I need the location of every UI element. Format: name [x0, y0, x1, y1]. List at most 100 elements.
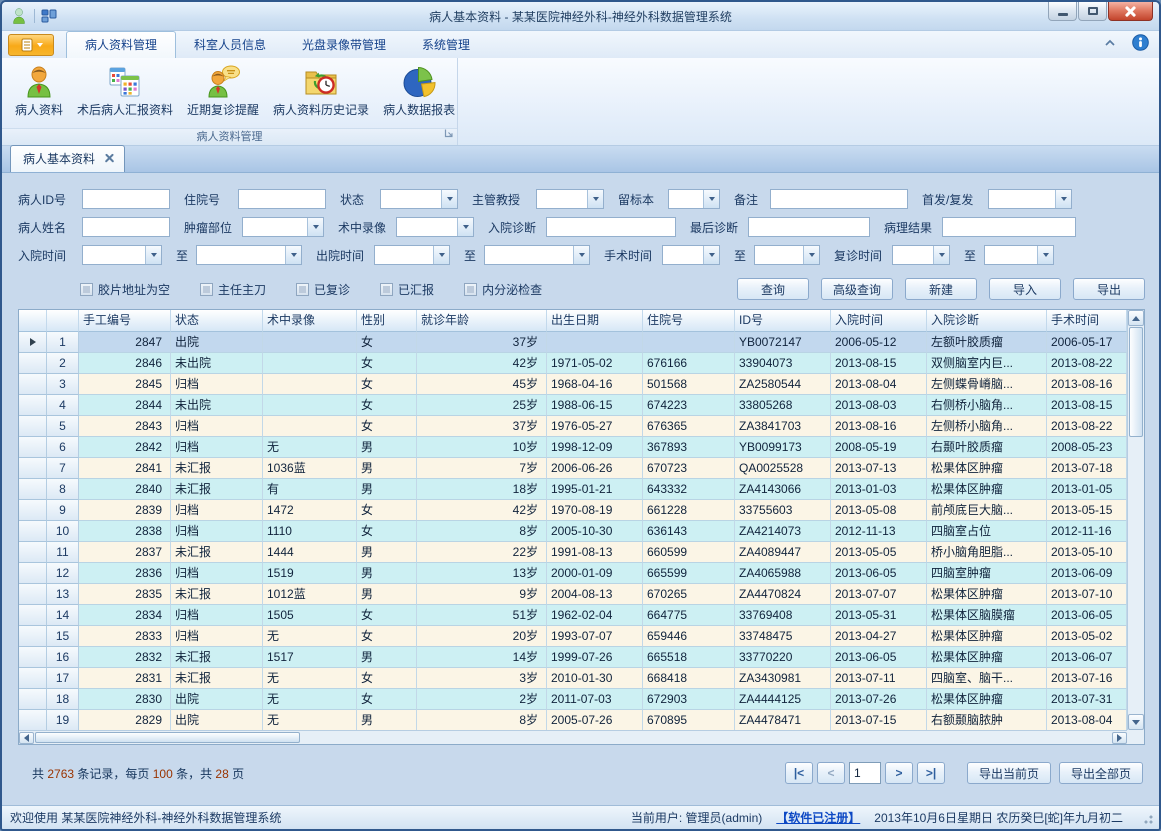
app-logo-icon[interactable]: [10, 7, 28, 25]
surgery-date-from-combo[interactable]: [662, 245, 720, 265]
surgery-date-from-dropdown-button[interactable]: [703, 246, 719, 264]
horizontal-scrollbar[interactable]: [19, 730, 1127, 744]
collapse-ribbon-icon[interactable]: [1104, 37, 1116, 51]
ribbon-button-patient-record[interactable]: 病人资料: [8, 62, 70, 120]
admission-date-to-combo[interactable]: [196, 245, 302, 265]
status-combo[interactable]: [380, 189, 458, 209]
registration-status-link[interactable]: 【软件已注册】: [776, 809, 860, 826]
create-new-button[interactable]: 新建: [905, 278, 977, 300]
status-combo-input[interactable]: [381, 190, 441, 208]
table-row[interactable]: 142834归档1505女51岁1962-02-0466477533769408…: [19, 605, 1127, 626]
column-header-admission-diagnosis[interactable]: 入院诊断: [927, 310, 1047, 332]
table-row[interactable]: 192829出院无男8岁2005-07-26670895ZA4478471201…: [19, 710, 1127, 731]
table-row[interactable]: 92839归档1472女42岁1970-08-19661228337556032…: [19, 500, 1127, 521]
tumor-site-combo-input[interactable]: [243, 218, 307, 236]
admission-number-input[interactable]: [238, 189, 326, 209]
ribbon-tab-department-staff-info[interactable]: 科室人员信息: [176, 32, 284, 58]
table-row[interactable]: 162832未汇报1517男14岁1999-07-266655183377022…: [19, 647, 1127, 668]
table-row[interactable]: 132835未汇报1012蓝男9岁2004-08-13670265ZA44708…: [19, 584, 1127, 605]
ribbon-button-postop-patient-report[interactable]: 术后病人汇报资料: [70, 62, 180, 120]
admission-date-to-dropdown-button[interactable]: [285, 246, 301, 264]
table-row[interactable]: 182830出院无女2岁2011-07-03672903ZA4444125201…: [19, 689, 1127, 710]
last-page-button[interactable]: >|: [917, 762, 945, 784]
column-header-id-number[interactable]: ID号: [735, 310, 831, 332]
advanced-query-button[interactable]: 高级查询: [821, 278, 893, 300]
surgery-date-to-combo[interactable]: [754, 245, 820, 265]
first-page-button[interactable]: |<: [785, 762, 813, 784]
surgery-video-combo[interactable]: [396, 217, 474, 237]
surgery-date-to-dropdown-button[interactable]: [803, 246, 819, 264]
horizontal-scrollbar-thumb[interactable]: [35, 732, 300, 743]
column-header-surgery-date[interactable]: 手术时间: [1047, 310, 1127, 332]
ribbon-button-recent-revisit-reminder[interactable]: 近期复诊提醒: [180, 62, 266, 120]
table-row[interactable]: 112837未汇报1444男22岁1991-08-13660599ZA40894…: [19, 542, 1127, 563]
checkbox-film-address-empty[interactable]: 胶片地址为空: [80, 281, 170, 298]
column-header-status[interactable]: 状态: [171, 310, 263, 332]
ribbon-button-patient-history-records[interactable]: 病人资料历史记录: [266, 62, 376, 120]
discharge-date-to-dropdown-button[interactable]: [573, 246, 589, 264]
discharge-date-to-combo[interactable]: [484, 245, 590, 265]
export-button[interactable]: 导出: [1073, 278, 1145, 300]
layout-icon[interactable]: [41, 8, 57, 24]
surgery-date-to-combo-input[interactable]: [755, 246, 803, 264]
specimen-kept-dropdown-button[interactable]: [703, 190, 719, 208]
first-or-relapse-dropdown-button[interactable]: [1055, 190, 1071, 208]
info-icon[interactable]: [1132, 34, 1149, 54]
column-header-gender[interactable]: 性别: [357, 310, 417, 332]
dialog-launcher-icon[interactable]: [444, 127, 454, 143]
close-button[interactable]: [1108, 2, 1153, 21]
table-row[interactable]: 72841未汇报1036蓝男7岁2006-06-26670723QA002552…: [19, 458, 1127, 479]
admission-date-from-combo[interactable]: [82, 245, 162, 265]
vertical-scrollbar-thumb[interactable]: [1129, 327, 1143, 437]
admission-date-from-combo-input[interactable]: [83, 246, 145, 264]
professor-dropdown-button[interactable]: [587, 190, 603, 208]
checkbox-chief-surgeon-operated[interactable]: 主任主刀: [200, 281, 266, 298]
table-row[interactable]: 22846未出院女42岁1971-05-02676166339040732013…: [19, 353, 1127, 374]
admission-date-to-combo-input[interactable]: [197, 246, 285, 264]
prev-page-button[interactable]: <: [817, 762, 845, 784]
table-row[interactable]: 172831未汇报无女3岁2010-01-30668418ZA343098120…: [19, 668, 1127, 689]
table-row[interactable]: 12847出院女37岁YB00721472006-05-12左额叶胶质瘤2006…: [19, 332, 1127, 353]
checkbox-endocrine-exam[interactable]: 内分泌检查: [464, 281, 542, 298]
remark-input[interactable]: [770, 189, 908, 209]
vertical-scrollbar[interactable]: [1127, 310, 1144, 730]
table-row[interactable]: 102838归档1110女8岁2005-10-30636143ZA4214073…: [19, 521, 1127, 542]
checkbox-reported[interactable]: 已汇报: [380, 281, 434, 298]
next-page-button[interactable]: >: [885, 762, 913, 784]
tumor-site-combo[interactable]: [242, 217, 324, 237]
resize-grip[interactable]: [1141, 812, 1153, 824]
first-or-relapse-combo-input[interactable]: [989, 190, 1055, 208]
maximize-button[interactable]: [1078, 2, 1107, 21]
column-header-birth-date[interactable]: 出生日期: [547, 310, 643, 332]
specimen-kept-combo[interactable]: [668, 189, 720, 209]
final-diagnosis-input[interactable]: [748, 217, 870, 237]
scroll-up-button[interactable]: [1128, 310, 1144, 326]
column-header-manual-number[interactable]: 手工编号: [79, 310, 171, 332]
surgery-video-combo-input[interactable]: [397, 218, 457, 236]
surgery-video-dropdown-button[interactable]: [457, 218, 473, 236]
table-row[interactable]: 32845归档女45岁1968-04-16501568ZA25805442013…: [19, 374, 1127, 395]
tumor-site-dropdown-button[interactable]: [307, 218, 323, 236]
surgery-date-from-combo-input[interactable]: [663, 246, 703, 264]
revisit-date-from-dropdown-button[interactable]: [933, 246, 949, 264]
status-dropdown-button[interactable]: [441, 190, 457, 208]
table-row[interactable]: 122836归档1519男13岁2000-01-09665599ZA406598…: [19, 563, 1127, 584]
column-header-visit-age[interactable]: 就诊年龄: [417, 310, 547, 332]
revisit-date-to-combo[interactable]: [984, 245, 1054, 265]
ribbon-tab-disc-video-tape-management[interactable]: 光盘录像带管理: [284, 32, 404, 58]
discharge-date-from-dropdown-button[interactable]: [433, 246, 449, 264]
import-button[interactable]: 导入: [989, 278, 1061, 300]
patient-id-input[interactable]: [82, 189, 170, 209]
admission-date-from-dropdown-button[interactable]: [145, 246, 161, 264]
table-row[interactable]: 42844未出院女25岁1988-06-15674223338052682013…: [19, 395, 1127, 416]
ribbon-tab-system-management[interactable]: 系统管理: [404, 32, 488, 58]
revisit-date-to-combo-input[interactable]: [985, 246, 1037, 264]
discharge-date-to-combo-input[interactable]: [485, 246, 573, 264]
admission-diagnosis-input[interactable]: [546, 217, 676, 237]
ribbon-button-patient-data-report[interactable]: 病人数据报表: [376, 62, 462, 120]
close-tab-icon[interactable]: [105, 154, 114, 163]
revisit-date-from-combo-input[interactable]: [893, 246, 933, 264]
column-header-surgery-video[interactable]: 术中录像: [263, 310, 357, 332]
discharge-date-from-combo-input[interactable]: [375, 246, 433, 264]
column-header-admission-number[interactable]: 住院号: [643, 310, 735, 332]
